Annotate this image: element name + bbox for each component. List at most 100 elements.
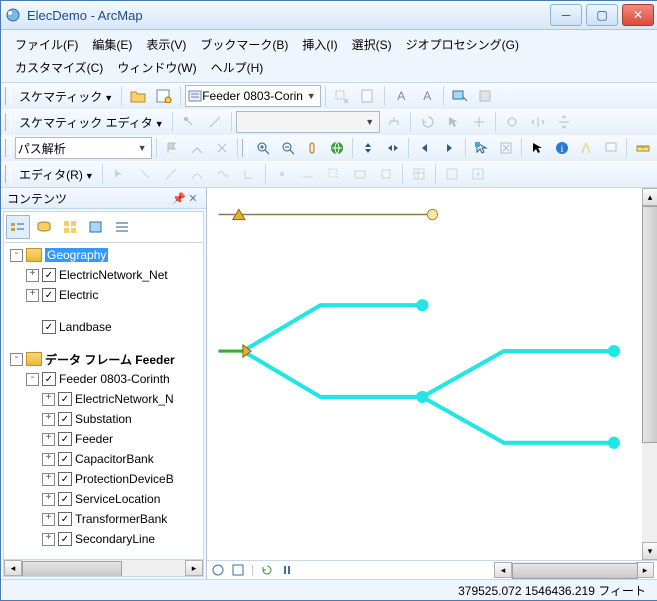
tree-row[interactable]: - データ フレーム Feeder <box>6 349 201 369</box>
layer-label[interactable]: ServiceLocation <box>75 492 160 506</box>
layer-tree[interactable]: -Geography+✓ElectricNetwork_Net+✓Electri… <box>4 243 203 559</box>
layer-label[interactable]: データ フレーム Feeder <box>45 351 175 368</box>
list-by-selection-icon[interactable] <box>84 215 108 239</box>
layout-view-icon[interactable] <box>231 563 245 577</box>
toolbar-grip[interactable] <box>5 113 11 131</box>
expand-toggle[interactable]: - <box>10 249 23 262</box>
layer-label[interactable]: SecondaryLine <box>75 532 155 546</box>
scroll-thumb[interactable] <box>642 206 657 443</box>
tree-row[interactable]: -✓Feeder 0803-Corinth <box>6 369 201 389</box>
layer-label[interactable]: Feeder 0803-Corinth <box>59 372 170 386</box>
analysis-dropdown[interactable]: パス解析▼ <box>15 137 152 159</box>
layer-label[interactable]: TransformerBank <box>75 512 167 526</box>
layer-checkbox[interactable]: ✓ <box>42 372 56 386</box>
expand-toggle[interactable]: + <box>26 269 39 282</box>
editor-menu[interactable]: エディタ(R)▼ <box>19 166 94 183</box>
expand-toggle[interactable]: + <box>42 413 55 426</box>
layer-checkbox[interactable]: ✓ <box>58 452 72 466</box>
tree-row[interactable]: +✓ElectricNetwork_Net <box>6 265 201 285</box>
menu-window[interactable]: ウィンドウ(W) <box>111 56 202 79</box>
scroll-thumb[interactable] <box>512 563 638 579</box>
list-by-drawing-icon[interactable] <box>6 215 30 239</box>
schematic-editor-menu[interactable]: スケマティック エディタ▼ <box>19 114 164 131</box>
menu-selection[interactable]: 選択(S) <box>346 33 398 56</box>
tree-row[interactable]: ✓Landbase <box>6 317 201 337</box>
toc-h-scrollbar[interactable]: ◂ ▸ <box>4 559 203 576</box>
expand-toggle[interactable]: + <box>42 393 55 406</box>
tree-row[interactable]: +✓ElectricNetwork_N <box>6 389 201 409</box>
zoom-out-icon[interactable] <box>276 136 299 160</box>
measure-icon[interactable] <box>631 136 654 160</box>
fixed-zoom-in-icon[interactable] <box>357 136 380 160</box>
list-by-visibility-icon[interactable] <box>58 215 82 239</box>
scroll-left-icon[interactable]: ◂ <box>4 560 22 576</box>
layer-checkbox[interactable]: ✓ <box>58 532 72 546</box>
data-view-icon[interactable] <box>211 563 225 577</box>
next-extent-icon[interactable] <box>438 136 461 160</box>
scroll-left-icon[interactable]: ◂ <box>494 562 512 578</box>
layer-checkbox[interactable]: ✓ <box>58 512 72 526</box>
menu-customize[interactable]: カスタマイズ(C) <box>9 56 109 79</box>
tree-row[interactable]: +✓Feeder <box>6 429 201 449</box>
layer-label[interactable]: Feeder <box>75 432 113 446</box>
menu-edit[interactable]: 編集(E) <box>86 33 138 56</box>
menu-geoprocessing[interactable]: ジオプロセシング(G) <box>400 33 525 56</box>
options-icon[interactable] <box>110 215 134 239</box>
layer-checkbox[interactable]: ✓ <box>42 288 56 302</box>
tree-row[interactable]: - Geography <box>6 245 201 265</box>
scroll-right-icon[interactable]: ▸ <box>636 562 654 578</box>
expand-toggle[interactable]: + <box>42 473 55 486</box>
toolbar-grip[interactable] <box>5 139 11 157</box>
expand-toggle[interactable]: + <box>42 433 55 446</box>
close-button[interactable]: ✕ <box>622 4 654 26</box>
menu-insert[interactable]: 挿入(I) <box>296 33 343 56</box>
layer-label[interactable]: Geography <box>45 248 108 262</box>
layer-label[interactable]: ElectricNetwork_N <box>75 392 174 406</box>
layer-label[interactable]: CapacitorBank <box>75 452 154 466</box>
expand-toggle[interactable]: + <box>42 493 55 506</box>
schematic-menu[interactable]: スケマティック▼ <box>19 88 113 105</box>
annotate-icon[interactable] <box>448 84 472 108</box>
layer-checkbox[interactable]: ✓ <box>58 492 72 506</box>
tree-row[interactable]: +✓TransformerBank <box>6 509 201 529</box>
expand-toggle[interactable]: + <box>26 289 39 302</box>
layer-label[interactable]: Landbase <box>59 320 112 334</box>
prev-extent-icon[interactable] <box>413 136 436 160</box>
toolbar-grip[interactable] <box>5 87 11 105</box>
menu-view[interactable]: 表示(V) <box>140 33 192 56</box>
full-extent-icon[interactable] <box>326 136 349 160</box>
minimize-button[interactable]: ─ <box>550 4 582 26</box>
map-h-scrollbar[interactable]: ◂ ▸ <box>494 562 654 578</box>
pin-icon[interactable]: 📌 <box>172 191 186 205</box>
toolbar-grip[interactable] <box>242 139 248 157</box>
scroll-up-icon[interactable]: ▴ <box>642 188 657 206</box>
expand-toggle[interactable]: + <box>42 533 55 546</box>
scroll-thumb[interactable] <box>22 561 122 577</box>
layer-checkbox[interactable]: ✓ <box>42 320 56 334</box>
menu-bookmark[interactable]: ブックマーク(B) <box>194 33 294 56</box>
schematic-dropdown[interactable]: Feeder 0803-Corin ▼ <box>185 85 321 107</box>
zoom-in-icon[interactable] <box>252 136 275 160</box>
refresh-icon[interactable] <box>260 563 274 577</box>
pointer-icon[interactable] <box>526 136 549 160</box>
tree-row[interactable]: +✓Substation <box>6 409 201 429</box>
layer-checkbox[interactable]: ✓ <box>42 268 56 282</box>
tree-row[interactable]: +✓SecondaryLine <box>6 529 201 549</box>
pause-icon[interactable] <box>280 563 294 577</box>
tree-row[interactable]: +✓ProtectionDeviceB <box>6 469 201 489</box>
tree-row[interactable]: +✓Electric <box>6 285 201 305</box>
select-features-icon[interactable] <box>470 136 493 160</box>
open-file-icon[interactable] <box>126 84 150 108</box>
close-icon[interactable]: ✕ <box>186 191 200 205</box>
editor-combo[interactable]: ▼ <box>236 111 380 133</box>
maximize-button[interactable]: ▢ <box>586 4 618 26</box>
new-diagram-icon[interactable] <box>152 84 176 108</box>
menu-help[interactable]: ヘルプ(H) <box>205 56 270 79</box>
toolbar-grip[interactable] <box>5 165 11 183</box>
layer-label[interactable]: Electric <box>59 288 98 302</box>
map-canvas[interactable]: ▴ ▾ <box>207 188 657 560</box>
menu-file[interactable]: ファイル(F) <box>9 33 84 56</box>
pan-icon[interactable] <box>301 136 324 160</box>
expand-toggle[interactable]: - <box>10 353 23 366</box>
layer-label[interactable]: ElectricNetwork_Net <box>59 268 168 282</box>
